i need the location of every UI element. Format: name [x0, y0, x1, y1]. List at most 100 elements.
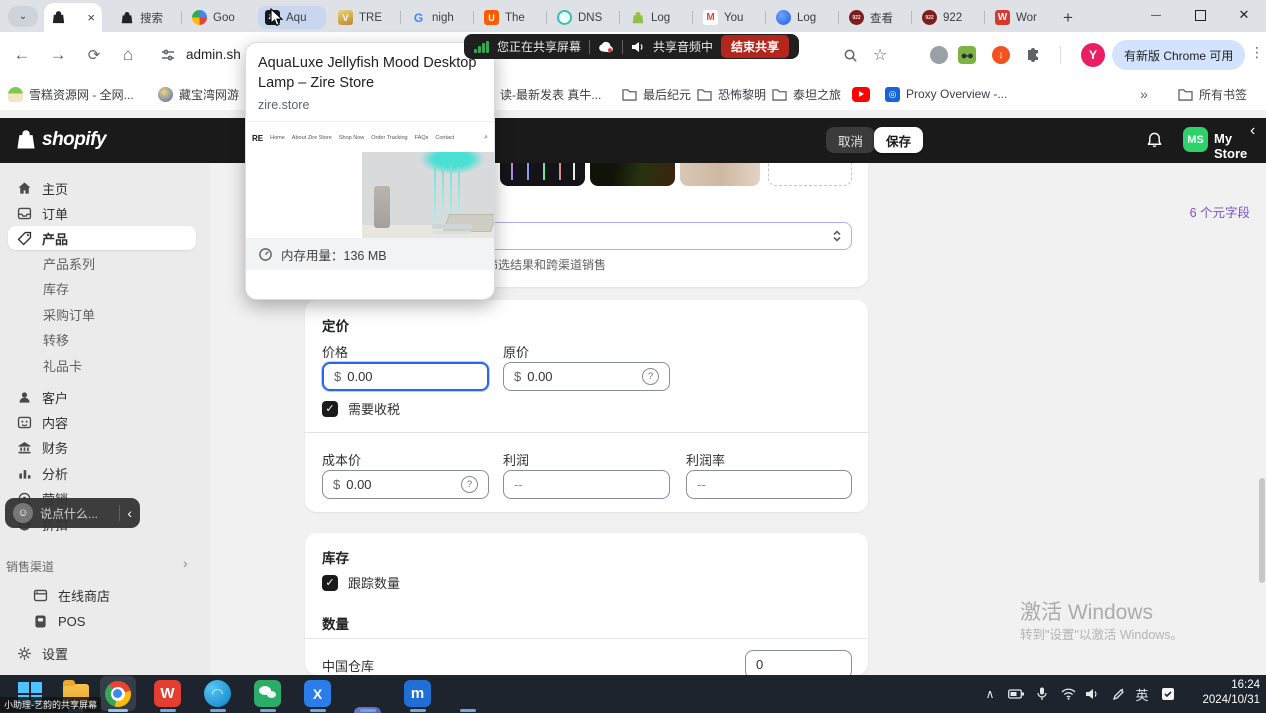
cost-input[interactable]: $ 0.00	[322, 470, 489, 499]
bookmark-proxy[interactable]: Proxy Overview -...	[885, 84, 1007, 104]
battery-icon[interactable]	[1006, 685, 1026, 703]
tax-checkbox-row[interactable]: 需要收税	[322, 399, 400, 418]
download-extension-icon[interactable]: ↓	[992, 46, 1010, 64]
ime-indicator[interactable]: 英	[1132, 685, 1152, 703]
chrome-taskbar-button[interactable]	[104, 680, 131, 707]
window-minimize-button[interactable]	[1134, 0, 1178, 30]
margin-input[interactable]: --	[686, 470, 852, 499]
chrome-menu-icon[interactable]	[1250, 44, 1264, 61]
stop-sharing-button[interactable]: 结束共享	[721, 35, 789, 58]
glasses-extension-icon[interactable]	[958, 46, 976, 64]
profile-avatar[interactable]: Y	[1081, 43, 1105, 67]
bookmark-folder[interactable]: 最后纪元	[622, 84, 691, 104]
tab-the[interactable]: The	[477, 6, 545, 29]
tab-word[interactable]: Wor	[988, 6, 1056, 29]
assistant-placeholder[interactable]: 说点什么...	[40, 505, 98, 522]
microphone-icon[interactable]	[1032, 685, 1052, 703]
tab-922-view[interactable]: 查看	[842, 6, 910, 29]
link-extension-icon[interactable]	[930, 46, 948, 64]
cancel-button[interactable]: 取消	[826, 127, 875, 153]
sidebar-item-analytics[interactable]: 分析	[8, 461, 196, 485]
reload-button[interactable]: ⟳	[82, 43, 106, 67]
bookmark-folder[interactable]: 泰坦之旅	[772, 84, 841, 104]
window-restore-button[interactable]	[1178, 0, 1222, 30]
sidebar-item-inventory[interactable]: 库存	[8, 276, 196, 300]
tab-google[interactable]: Goo	[185, 6, 253, 29]
sidebar-item-customers[interactable]: 客户	[8, 385, 196, 409]
assistant-bar[interactable]: ☺ 说点什么...	[5, 498, 140, 528]
wechat-button[interactable]	[254, 680, 281, 707]
chrome-update-button[interactable]: 有新版 Chrome 可用	[1112, 40, 1245, 70]
collapse-chevron-icon[interactable]	[1250, 122, 1255, 140]
volume-icon[interactable]	[1082, 685, 1102, 703]
chevron-left-icon[interactable]	[127, 505, 132, 521]
tab-logo-blue[interactable]: Log	[769, 6, 837, 29]
window-close-button[interactable]	[1222, 0, 1266, 30]
notifications-bell-icon[interactable]	[1146, 131, 1163, 149]
save-button[interactable]: 保存	[874, 127, 923, 153]
tab-night[interactable]: nigh	[404, 6, 472, 29]
tab-gmail[interactable]: You	[696, 6, 764, 29]
checkbox-checked-icon[interactable]	[322, 401, 338, 417]
price-input[interactable]: $ 0.00	[322, 362, 489, 391]
tab-active[interactable]	[44, 3, 102, 32]
sidebar-item-pos[interactable]: POS	[8, 609, 196, 633]
bookmark-item[interactable]: 藏宝湾网游	[158, 84, 239, 104]
profit-input[interactable]: --	[503, 470, 670, 499]
bookmarks-overflow-button[interactable]: »	[1140, 84, 1148, 104]
help-icon[interactable]	[642, 368, 659, 385]
tray-expand-icon[interactable]: ∧	[980, 685, 1000, 703]
track-quantity-row[interactable]: 跟踪数量	[322, 573, 400, 592]
close-icon[interactable]	[87, 11, 95, 24]
scrollbar-thumb[interactable]	[1259, 478, 1265, 583]
sidebar-item-gift-cards[interactable]: 礼品卡	[8, 353, 196, 377]
bookmark-folder[interactable]: 恐怖黎明	[697, 84, 766, 104]
bookmark-item[interactable]: 读-最新发表 真牛...	[500, 84, 601, 104]
compare-price-input[interactable]: $ 0.00	[503, 362, 670, 391]
tab-logo-shopify[interactable]: Log	[623, 6, 691, 29]
sidebar-item-content[interactable]: 内容	[8, 410, 196, 434]
site-info-icon[interactable]	[156, 43, 180, 67]
sidebar-item-online-store[interactable]: 在线商店	[8, 583, 196, 607]
back-button[interactable]: ←	[10, 43, 34, 67]
wps-taskbar-button[interactable]	[154, 680, 181, 707]
pen-icon[interactable]	[1108, 685, 1128, 703]
search-icon[interactable]	[838, 43, 862, 67]
new-tab-button[interactable]	[1056, 6, 1080, 30]
tab-search-button[interactable]: ⌄	[8, 6, 38, 27]
wifi-icon[interactable]	[1058, 685, 1078, 703]
tab-922[interactable]: 922	[915, 6, 983, 29]
tab-dns[interactable]: DNS	[550, 6, 618, 29]
m-app-button[interactable]	[404, 680, 431, 707]
bookmark-star-icon[interactable]: ☆	[868, 43, 892, 67]
sidebar-item-settings[interactable]: 设置	[8, 641, 196, 665]
extensions-puzzle-icon[interactable]	[1024, 46, 1042, 64]
sidebar-item-home[interactable]: 主页	[8, 176, 196, 200]
cloud-icon[interactable]	[598, 41, 614, 53]
sidebar-item-products[interactable]: 产品	[8, 226, 196, 250]
sidebar-item-finance[interactable]: 财务	[8, 435, 196, 459]
store-avatar[interactable]: MS	[1183, 127, 1208, 152]
sidebar-item-purchase-orders[interactable]: 采购订单	[8, 302, 196, 326]
forward-button[interactable]: →	[46, 43, 70, 67]
tray-time: 16:24	[1188, 678, 1260, 693]
sidebar-item-collections[interactable]: 产品系列	[8, 251, 196, 275]
tab-trend[interactable]: TRE	[331, 6, 399, 29]
sidebar-item-orders[interactable]: 订单	[8, 201, 196, 225]
help-icon[interactable]	[461, 476, 478, 493]
bookmark-youtube[interactable]	[852, 84, 870, 104]
checkbox-checked-icon[interactable]	[322, 575, 338, 591]
all-bookmarks-folder[interactable]: 所有书签	[1178, 84, 1247, 104]
xunlei-button[interactable]	[304, 680, 331, 707]
bookmark-item[interactable]: 雪糕资源网 - 全网...	[8, 84, 134, 104]
chevron-right-icon[interactable]	[183, 555, 188, 571]
tray-clock[interactable]: 16:24 2024/10/31	[1188, 678, 1260, 708]
tab-aqualuxe-hovered[interactable]: Aqu	[258, 6, 326, 29]
meeting-app-button[interactable]	[204, 680, 231, 707]
tab-search-shopify[interactable]: 搜索	[112, 6, 180, 29]
metafields-link[interactable]: 6 个元字段	[1190, 202, 1250, 221]
address-url[interactable]: admin.sh	[186, 47, 241, 62]
home-button[interactable]: ⌂	[116, 43, 140, 67]
sidebar-item-transfers[interactable]: 转移	[8, 327, 196, 351]
security-shield-icon[interactable]	[1158, 685, 1178, 703]
